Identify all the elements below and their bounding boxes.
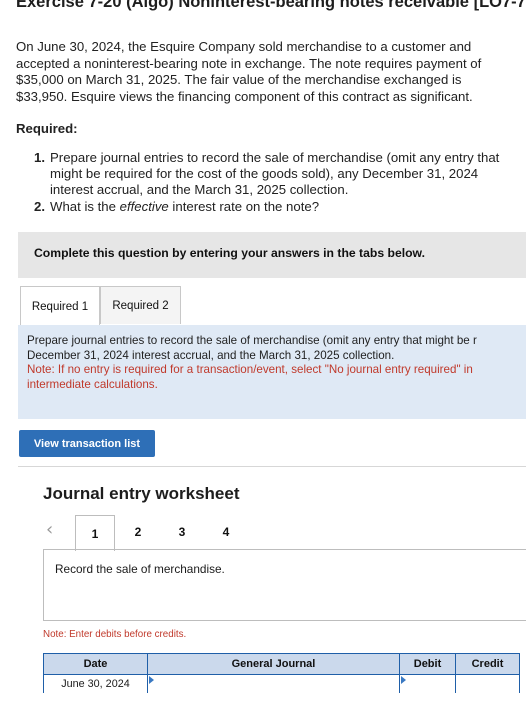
requirement-item: 2. What is the effective interest rate on…	[34, 199, 512, 215]
debit-input-cell[interactable]	[399, 674, 456, 693]
instruction-note: intermediate calculations.	[27, 377, 158, 391]
exercise-title: Exercise 7-20 (Algo) Noninterest-bearing…	[16, 0, 526, 11]
instruction-line: December 31, 2024 interest accrual, and …	[27, 348, 395, 362]
requirement-emphasis: effective	[119, 198, 169, 214]
requirement-number: 1.	[34, 150, 45, 165]
column-header-credit: Credit	[455, 653, 520, 675]
instruction-note: Note: If no entry is required for a tran…	[27, 363, 473, 376]
chevron-left-icon[interactable]: ‹	[46, 519, 53, 540]
requirement-number: 2.	[34, 198, 45, 214]
instructions-banner-text: Complete this question by entering your …	[34, 246, 425, 260]
column-header-general-journal: General Journal	[147, 653, 400, 675]
view-transaction-list-button[interactable]: View transaction list	[19, 430, 155, 457]
tab-instructions: Prepare journal entries to record the sa…	[18, 325, 526, 419]
date-cell: June 30, 2024	[43, 674, 148, 693]
account-select-cell[interactable]	[147, 674, 400, 693]
entry-prompt-box	[43, 549, 526, 621]
tab-required-2[interactable]: Required 2	[100, 286, 181, 324]
column-header-date: Date	[43, 653, 148, 675]
dropdown-caret-icon	[149, 676, 154, 684]
entry-prompt: Record the sale of merchandise.	[55, 562, 225, 576]
instruction-line: Prepare journal entries to record the sa…	[27, 334, 477, 347]
worksheet-page-4[interactable]: 4	[206, 515, 246, 549]
worksheet-page-2[interactable]: 2	[118, 515, 158, 549]
requirements-list: 1. Prepare journal entries to record the …	[34, 150, 512, 215]
required-heading: Required:	[16, 121, 78, 136]
instructions-banner: Complete this question by entering your …	[18, 232, 526, 278]
journal-table: Date General Journal Debit Credit June 3…	[43, 653, 520, 693]
problem-statement: On June 30, 2024, the Esquire Company so…	[16, 39, 482, 104]
worksheet-title: Journal entry worksheet	[43, 484, 240, 503]
requirement-text: Prepare journal entries to record the sa…	[50, 150, 500, 198]
requirement-text-after: interest rate on the note?	[168, 198, 320, 214]
requirement-item: 1. Prepare journal entries to record the …	[34, 150, 512, 199]
column-header-debit: Debit	[399, 653, 456, 675]
worksheet-page-1[interactable]: 1	[75, 515, 115, 551]
table-row: June 30, 2024	[43, 674, 520, 693]
tab-required-1[interactable]: Required 1	[20, 286, 100, 326]
debits-before-credits-note: Note: Enter debits before credits.	[43, 629, 187, 640]
credit-input-cell[interactable]	[455, 674, 520, 693]
input-marker-icon	[401, 676, 406, 684]
worksheet-page-3[interactable]: 3	[162, 515, 202, 549]
requirement-text-before: What is the	[50, 198, 120, 214]
journal-header-row: Date General Journal Debit Credit	[43, 653, 520, 675]
